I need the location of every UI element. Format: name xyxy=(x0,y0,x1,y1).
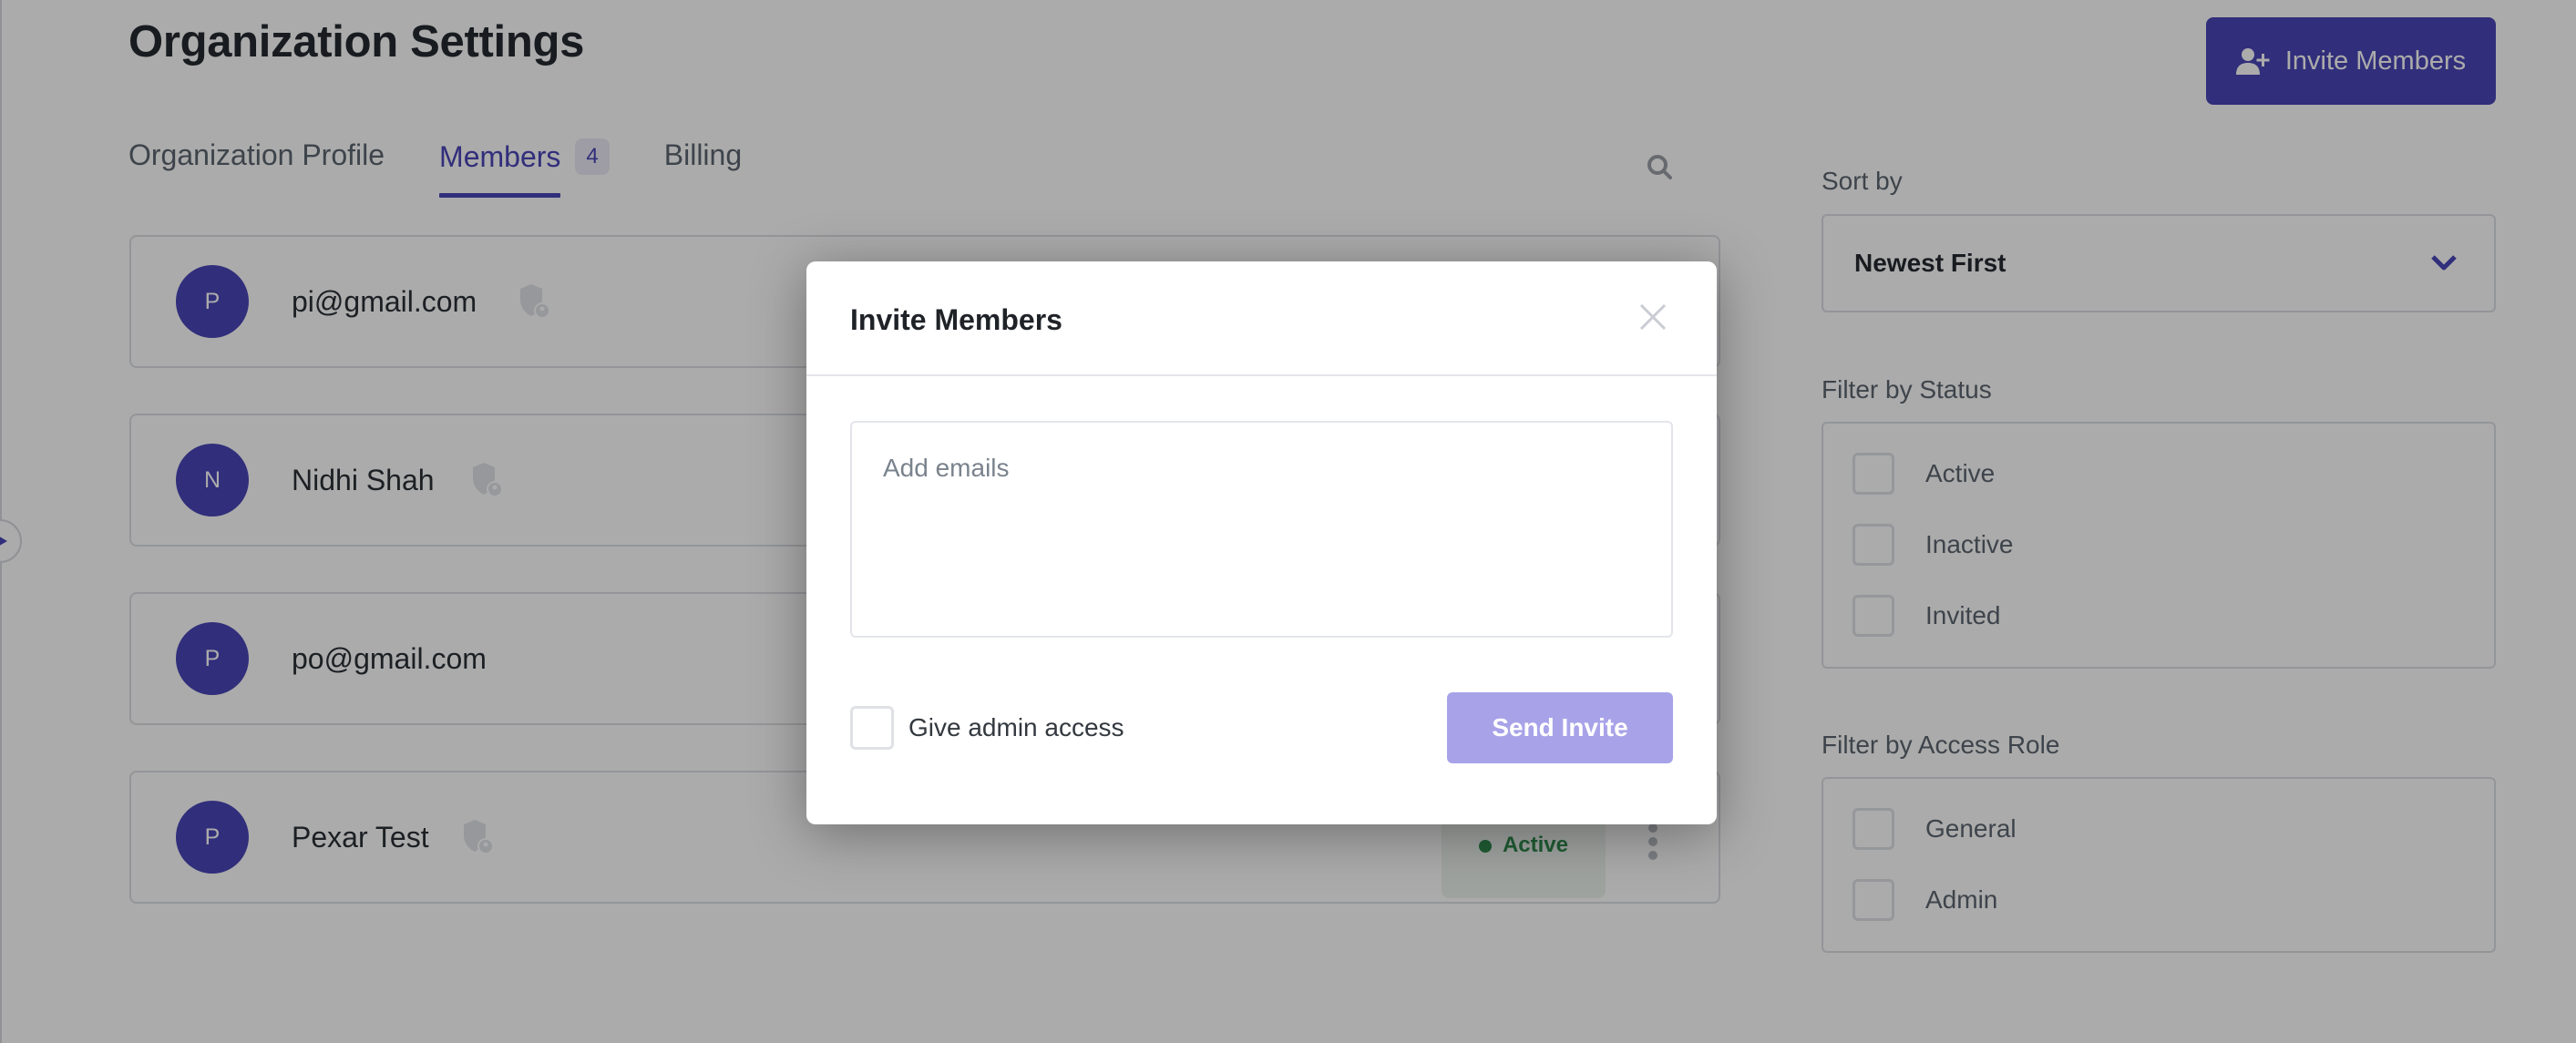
invite-members-modal: Invite Members Give admin access Send In… xyxy=(806,261,1717,824)
emails-input[interactable] xyxy=(850,421,1673,638)
modal-divider xyxy=(806,374,1717,376)
send-invite-button[interactable]: Send Invite xyxy=(1447,692,1673,763)
modal-title: Invite Members xyxy=(850,303,1062,336)
checkbox[interactable] xyxy=(850,706,894,750)
admin-access-label: Give admin access xyxy=(908,713,1124,741)
admin-access-checkbox[interactable]: Give admin access xyxy=(850,706,1124,750)
close-icon xyxy=(1639,303,1667,331)
close-button[interactable] xyxy=(1637,302,1668,332)
